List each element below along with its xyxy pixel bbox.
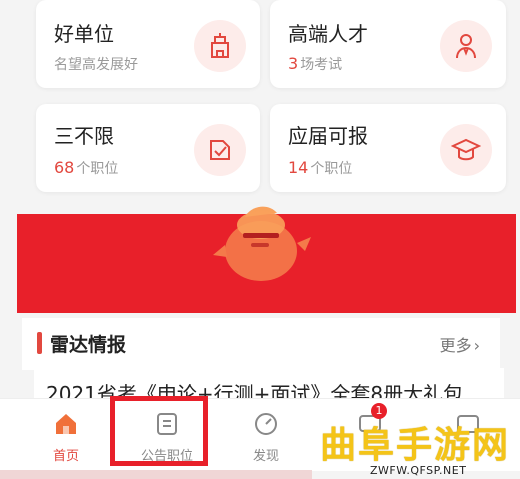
graduation-cap-icon: [440, 124, 492, 176]
card-fresh-graduates[interactable]: 应届可报 14 个职位: [270, 104, 506, 192]
tab-label: 首页: [52, 449, 79, 464]
checklist-icon: [194, 124, 246, 176]
card-title: 应届可报: [288, 124, 368, 148]
tab-label: 发现: [252, 449, 279, 464]
building-icon: [194, 20, 246, 72]
card-subtitle: 名望高发展好: [54, 57, 138, 73]
news-item[interactable]: 2021省考《申论+行测+面试》全套8册大礼包: [34, 368, 504, 398]
watermark-url: ZWFW.QFSP.NET: [370, 464, 467, 477]
card-subtitle: 14 个职位: [288, 158, 353, 177]
section-accent-bar: [37, 332, 42, 354]
highlight-annotation-box: [110, 396, 208, 466]
card-high-end-talent[interactable]: 高端人才 3 场考试: [270, 0, 506, 88]
bottom-strip: [0, 470, 312, 479]
radar-info-header: 雷达情报 更多 ›: [22, 318, 500, 370]
card-subtitle: 68 个职位: [54, 158, 119, 177]
mascot-image: [205, 195, 315, 285]
tab-discover[interactable]: 发现: [214, 399, 318, 471]
card-good-unit[interactable]: 好单位 名望高发展好: [36, 0, 260, 88]
card-title: 三不限: [54, 124, 114, 148]
news-headline: 2021省考《申论+行测+面试》全套8册大礼包: [46, 382, 464, 398]
section-title: 雷达情报: [50, 334, 127, 356]
person-icon: [440, 20, 492, 72]
watermark-text: 曲阜手游网: [320, 424, 511, 466]
home-icon: [53, 411, 79, 437]
card-title: 高端人才: [288, 22, 368, 46]
tab-home[interactable]: 首页: [14, 399, 118, 471]
card-subtitle: 3 场考试: [288, 54, 343, 73]
chevron-right-icon: ›: [473, 336, 480, 355]
more-link[interactable]: 更多 ›: [440, 332, 480, 356]
card-three-unlimited[interactable]: 三不限 68 个职位: [36, 104, 260, 192]
compass-icon: [253, 411, 279, 437]
site-watermark: 曲阜手游网 ZWFW.QFSP.NET: [312, 412, 520, 479]
card-title: 好单位: [54, 22, 114, 46]
